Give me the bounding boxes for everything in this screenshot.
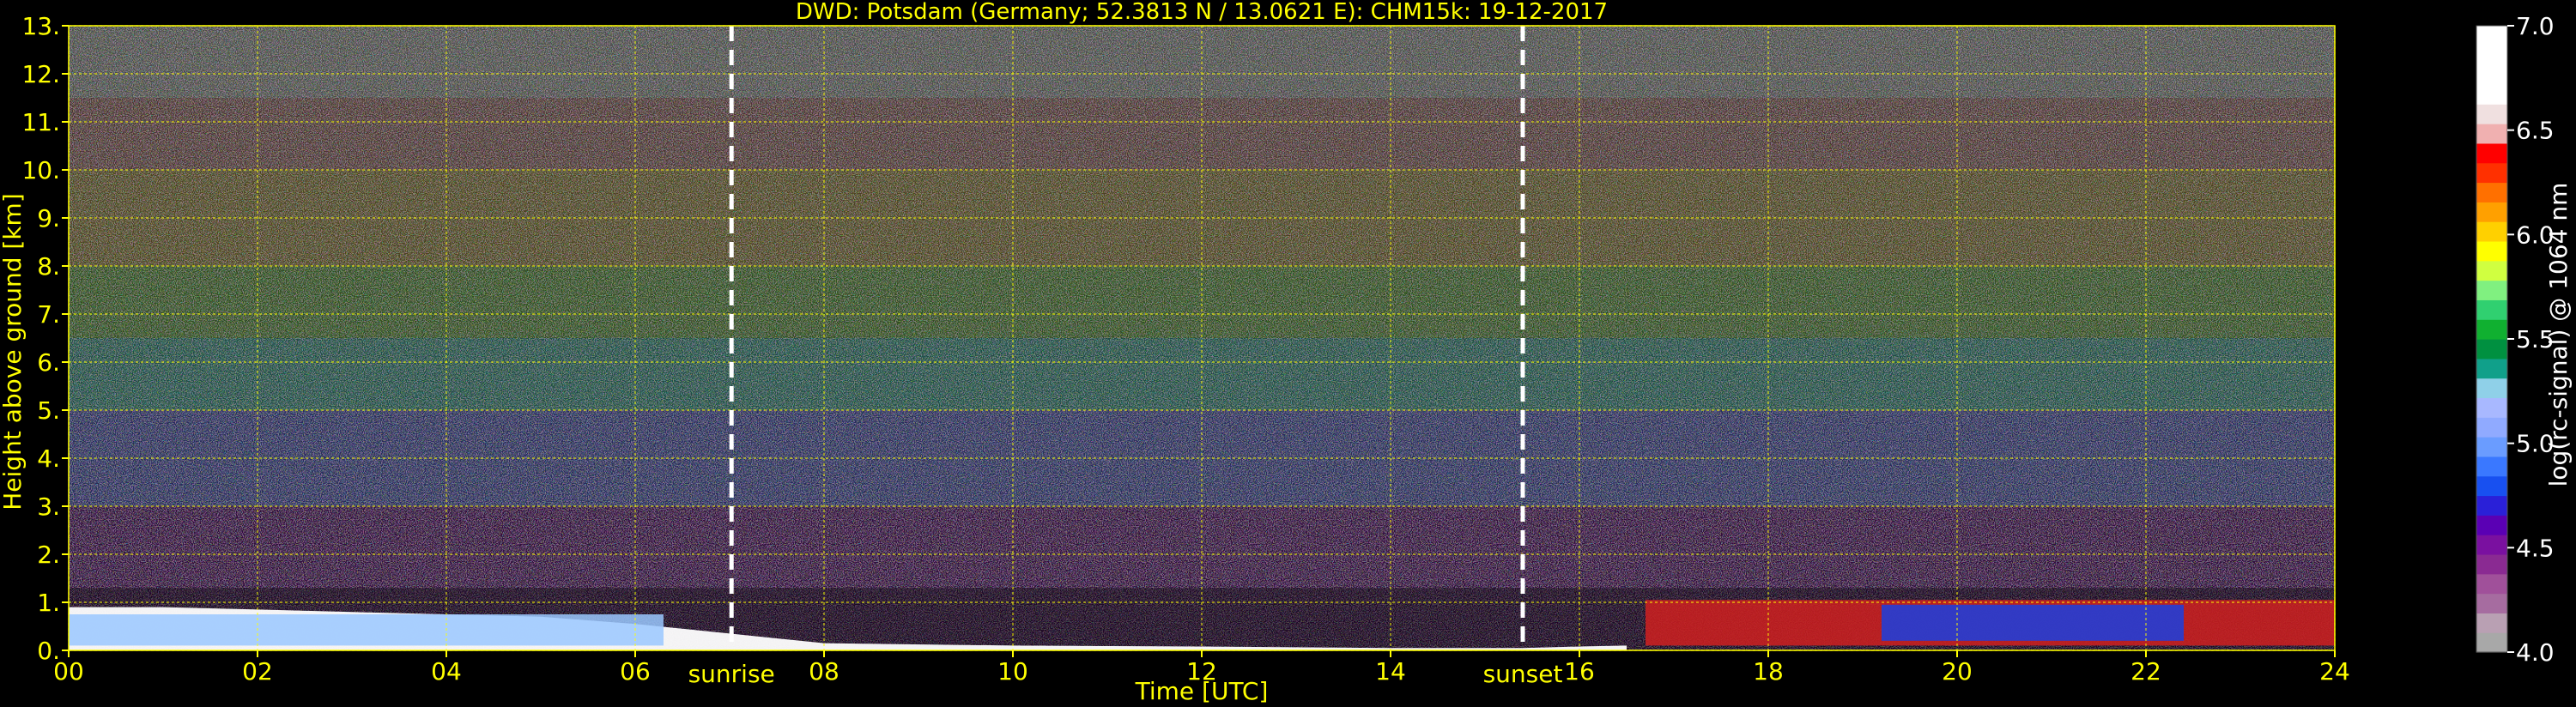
colorbar-tick-label: 6.5: [2516, 117, 2555, 145]
colorbar-segment: [2476, 64, 2507, 86]
colorbar: 4.04.55.05.56.06.57.0: [2476, 12, 2555, 667]
x-tick-label: 24: [2319, 657, 2350, 686]
colorbar-segment: [2476, 260, 2507, 281]
x-tick-label: 14: [1375, 657, 1406, 686]
x-tick-label: 06: [620, 657, 651, 686]
x-tick-label: 04: [431, 657, 462, 686]
colorbar-segment: [2476, 45, 2507, 66]
y-tick-label: 9.: [37, 204, 60, 233]
y-tick-label: 11.: [21, 108, 60, 136]
colorbar-segment: [2476, 613, 2507, 633]
y-tick-label: 3.: [37, 492, 60, 521]
y-tick-label: 7.: [37, 300, 60, 329]
colorbar-label: log(rc-signal) @ 1064 nm: [2544, 183, 2573, 487]
colorbar-segment: [2476, 535, 2507, 555]
y-tick-label: 10.: [21, 156, 60, 184]
colorbar-segment: [2476, 299, 2507, 320]
y-tick-label: 5.: [37, 396, 60, 425]
colorbar-segment: [2476, 475, 2507, 497]
colorbar-segment: [2476, 26, 2507, 46]
y-tick-label: 12.: [21, 60, 60, 88]
colorbar-segment: [2476, 397, 2507, 418]
x-tick-label: 18: [1753, 657, 1784, 686]
colorbar-segment: [2476, 240, 2507, 262]
y-tick-label: 2.: [37, 541, 60, 569]
colorbar-segment: [2476, 182, 2507, 202]
x-axis-label: Time [UTC]: [1135, 677, 1269, 705]
colorbar-segment: [2476, 84, 2507, 105]
colorbar-segment: [2476, 124, 2507, 144]
colorbar-segment: [2476, 573, 2507, 595]
y-tick-label: 1.: [37, 589, 60, 617]
colorbar-segment: [2476, 515, 2507, 535]
sunset-label: sunset: [1483, 660, 1563, 688]
colorbar-segment: [2476, 632, 2507, 653]
y-axis-label: Height above ground [km]: [0, 193, 27, 511]
colorbar-segment: [2476, 162, 2507, 184]
x-tick-label: 02: [242, 657, 273, 686]
colorbar-tick-label: 7.0: [2516, 12, 2555, 40]
x-tick-label: 08: [809, 657, 839, 686]
feature-3: [69, 614, 664, 646]
colorbar-segment: [2476, 593, 2507, 613]
x-tick-label: 20: [1942, 657, 1973, 686]
y-tick-label: 0.: [37, 637, 60, 665]
colorbar-segment: [2476, 104, 2507, 124]
y-tick-label: 13.: [21, 12, 60, 40]
colorbar-segment: [2476, 437, 2507, 457]
colorbar-segment: [2476, 280, 2507, 300]
colorbar-segment: [2476, 417, 2507, 438]
colorbar-segment: [2476, 495, 2507, 516]
colorbar-segment: [2476, 339, 2507, 360]
ceilometer-chart: sunrise sunset 00 02 04 06 08 10 12 14 16 18 20 22 24…: [0, 0, 2573, 705]
sunrise-label: sunrise: [688, 660, 775, 688]
colorbar-segment: [2476, 142, 2507, 164]
colorbar-tick-label: 4.5: [2516, 534, 2555, 562]
y-tick-label: 4.: [37, 444, 60, 473]
colorbar-segment: [2476, 456, 2507, 477]
feature-2: [1882, 604, 2184, 641]
colorbar-segment: [2476, 221, 2507, 242]
chart-title: DWD: Potsdam (Germany; 52.3813 N / 13.06…: [796, 0, 1608, 25]
colorbar-segment: [2476, 553, 2507, 575]
colorbar-segment: [2476, 378, 2507, 399]
colorbar-segment: [2476, 202, 2507, 222]
x-tick-label: 10: [997, 657, 1028, 686]
x-tick-label: 22: [2131, 657, 2161, 686]
y-tick-label: 8.: [37, 252, 60, 281]
colorbar-tick-label: 4.0: [2516, 638, 2555, 667]
y-tick-label: 6.: [37, 348, 60, 377]
x-tick-label: 16: [1564, 657, 1595, 686]
colorbar-segment: [2476, 358, 2507, 379]
colorbar-segment: [2476, 319, 2507, 340]
